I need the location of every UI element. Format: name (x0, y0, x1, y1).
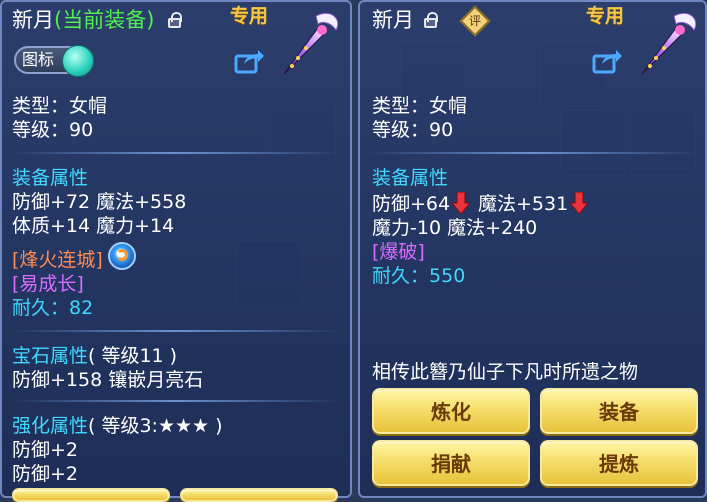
rating-badge-label: 评 (468, 14, 481, 28)
icon-toggle[interactable]: 图标 (14, 45, 94, 77)
divider (368, 152, 698, 154)
enhance-line: 防御+2 (12, 439, 79, 461)
attr-header: 装备属性 (372, 167, 449, 189)
enhance-level: ( 等级3:★★★ ) (88, 415, 223, 437)
enhance-line: 防御+2 (12, 463, 79, 485)
gem-header: 宝石属性 (12, 345, 89, 367)
durability-value: 82 (69, 297, 94, 319)
attr-line: 体质+14 魔力+14 (12, 215, 175, 237)
divider (10, 330, 340, 332)
durability-label: 耐久： (12, 297, 70, 319)
lock-icon[interactable] (168, 12, 182, 28)
attr-line-1a: 防御+64 (372, 193, 451, 215)
icon-toggle-label: 图标 (22, 50, 55, 69)
durability-value: 550 (429, 265, 466, 287)
rating-badge-icon[interactable]: 评 (459, 5, 491, 37)
special-skill: [爆破] (372, 241, 425, 263)
toggle-knob[interactable] (62, 45, 94, 77)
attr-line-1b: 魔法+531 (478, 193, 569, 215)
special-effect: [烽火连城] (12, 249, 103, 271)
item-tooltip-compare: 新月 评 专用 类型：女帽 等级：90 装备属性 防御+64 魔法+531 魔力… (358, 0, 707, 498)
share-icon[interactable] (234, 48, 264, 74)
partial-button[interactable] (12, 488, 170, 502)
special-skill: [易成长] (12, 273, 84, 295)
attr-line-2: 魔力-10 魔法+240 (372, 217, 538, 239)
share-icon[interactable] (592, 48, 622, 74)
gem-attr-row: 宝石属性( 等级11 ) (12, 344, 177, 368)
refine-button[interactable]: 炼化 (372, 388, 530, 434)
item-name: 新月 (372, 8, 414, 32)
item-level: 等级：90 (12, 119, 94, 141)
equipped-status: (当前装备) (54, 8, 155, 32)
item-description: 相传此簪乃仙子下凡时所遗之物 (372, 361, 639, 383)
gem-level: ( 等级11 ) (88, 345, 178, 367)
equip-button[interactable]: 装备 (540, 388, 698, 434)
weapon-hairpin-icon (641, 12, 697, 75)
durability-label: 耐久： (372, 265, 430, 287)
item-name: 新月 (12, 8, 54, 32)
divider (10, 400, 340, 402)
down-arrow-icon (452, 192, 470, 214)
down-arrow-icon (570, 192, 588, 214)
weapon-hairpin-icon (283, 12, 339, 75)
exclusive-label: 专用 (230, 5, 269, 27)
durability: 耐久：550 (372, 264, 465, 288)
item-type: 类型：女帽 (372, 95, 468, 117)
lock-icon[interactable] (424, 12, 438, 28)
partial-button[interactable] (180, 488, 338, 502)
enhance-header: 强化属性 (12, 415, 89, 437)
item-title: 新月(当前装备) (12, 8, 154, 32)
exclusive-label: 专用 (586, 5, 625, 27)
gem-line: 防御+158 镶嵌月亮石 (12, 369, 204, 391)
extract-button[interactable]: 提炼 (540, 440, 698, 486)
item-type: 类型：女帽 (12, 95, 108, 117)
divider (10, 152, 340, 154)
durability: 耐久：82 (12, 296, 93, 320)
attr-line: 防御+72 魔法+558 (12, 191, 187, 213)
gem-icon (108, 242, 136, 270)
enhance-attr-row: 强化属性( 等级3:★★★ ) (12, 414, 223, 438)
item-level: 等级：90 (372, 119, 454, 141)
item-tooltip-current: 新月(当前装备) 专用 图标 类型：女帽 等级：90 装备属性 防御+72 魔法… (0, 0, 352, 502)
donate-button[interactable]: 捐献 (372, 440, 530, 486)
attr-header: 装备属性 (12, 167, 89, 189)
